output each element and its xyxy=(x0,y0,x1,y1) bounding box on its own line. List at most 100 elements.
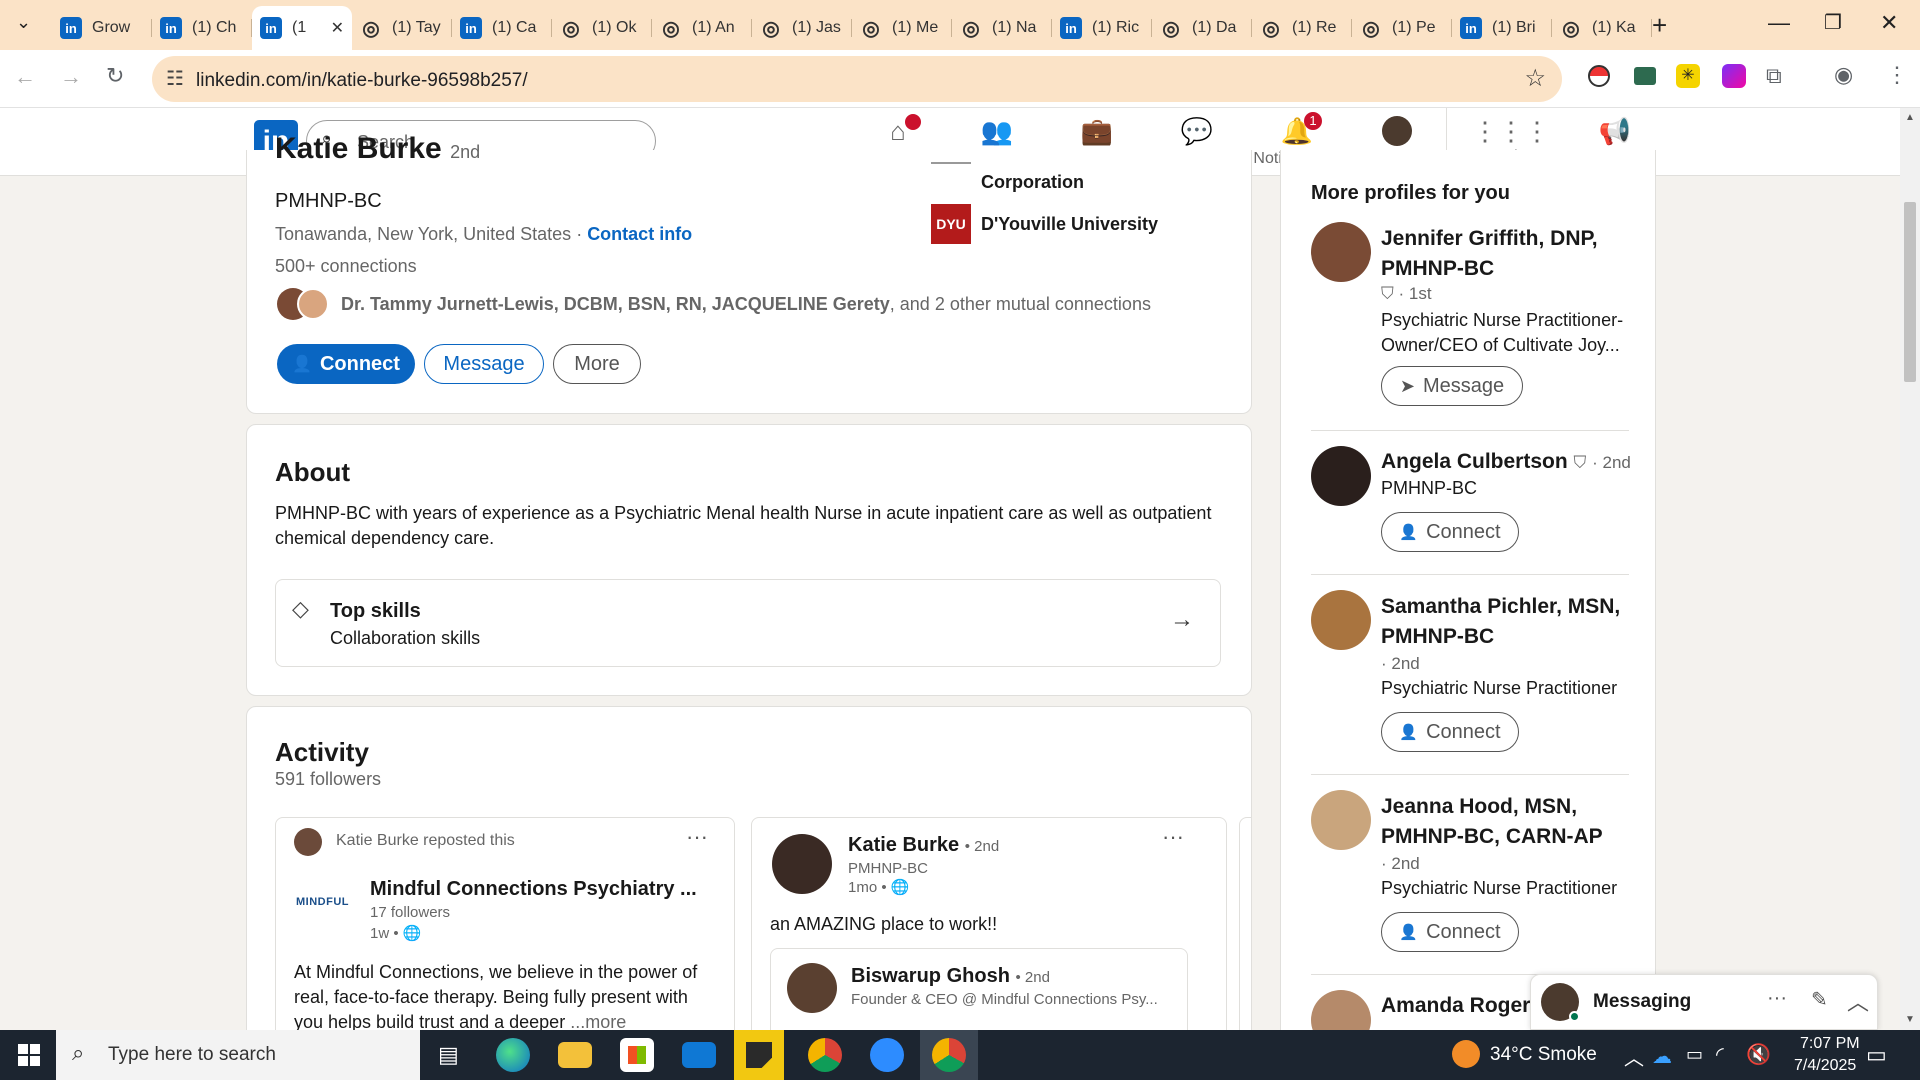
tab-title: (1) Bri xyxy=(1492,19,1536,36)
connect-button[interactable]: 👤 Connect xyxy=(277,344,415,384)
browser-tab[interactable]: ◎ (1) Jas xyxy=(752,9,852,47)
chevron-up-icon[interactable]: ︿ xyxy=(1847,985,1869,1017)
arrow-right-icon[interactable]: → xyxy=(1170,606,1194,634)
profile-avatar[interactable] xyxy=(1311,222,1371,282)
back-icon[interactable]: ← xyxy=(14,64,36,90)
bookmark-star-icon[interactable]: ☆ xyxy=(1524,64,1546,93)
browser-tab[interactable]: ◎ (1) Me xyxy=(852,9,952,47)
windows-start-icon[interactable] xyxy=(18,1044,40,1066)
site-info-icon[interactable]: ☷ xyxy=(166,66,184,91)
shared-author[interactable]: Biswarup Ghosh • 2nd xyxy=(851,965,1050,988)
browser-tab[interactable]: ◎ (1) Da xyxy=(1152,9,1252,47)
extension-circle-icon[interactable] xyxy=(1722,64,1746,88)
file-explorer-icon[interactable] xyxy=(558,1042,592,1068)
close-tab-icon[interactable]: ✕ xyxy=(331,18,344,38)
chrome-active-app[interactable] xyxy=(920,1030,978,1080)
browser-tab[interactable]: in (1) Bri xyxy=(1452,9,1552,47)
message-button[interactable]: Message xyxy=(424,344,544,384)
profile-suggestion-name[interactable]: Jeanna Hood, MSN, PMHNP-BC, CARN-AP xyxy=(1381,792,1603,852)
sidebar-connect-button[interactable]: 👤 Connect xyxy=(1381,512,1519,552)
see-more-link[interactable]: ...more xyxy=(570,1012,626,1032)
new-tab-icon[interactable]: + xyxy=(1652,10,1667,41)
compose-icon[interactable]: ✎ xyxy=(1811,987,1828,1012)
battery-icon[interactable]: ▭ xyxy=(1686,1044,1703,1065)
restore-icon[interactable]: ❐ xyxy=(1824,10,1842,35)
post2-author[interactable]: Katie Burke • 2nd xyxy=(848,834,999,857)
reload-icon[interactable]: ↻ xyxy=(106,63,124,89)
wifi-icon[interactable]: ◜ xyxy=(1716,1042,1724,1067)
browser-tab[interactable]: ◎ (1) An xyxy=(652,9,752,47)
browser-tab[interactable]: ◎ (1) Re xyxy=(1252,9,1352,47)
education-school[interactable]: D'Youville University xyxy=(981,214,1158,235)
browser-tab[interactable]: in Grow xyxy=(52,9,152,47)
page-scrollbar[interactable]: ▲ ▼ xyxy=(1900,108,1920,1030)
mutual-connections[interactable]: Dr. Tammy Jurnett-Lewis, DCBM, BSN, RN, … xyxy=(341,294,1151,315)
task-view-icon[interactable]: ▤ xyxy=(438,1042,459,1068)
linkedin-favicon-icon: in xyxy=(260,17,282,39)
edge-icon[interactable] xyxy=(496,1038,530,1072)
messaging-menu-icon[interactable]: ··· xyxy=(1767,987,1787,1010)
profile-avatar[interactable] xyxy=(1311,790,1371,850)
browser-tab[interactable]: ◎ (1) Ka xyxy=(1552,9,1652,47)
forward-icon[interactable]: → xyxy=(60,64,82,90)
mail-icon[interactable] xyxy=(682,1042,716,1068)
profile-suggestion-name[interactable]: Jennifer Griffith, DNP, PMHNP-BC xyxy=(1381,224,1598,284)
profile-connections[interactable]: 500+ connections xyxy=(275,256,417,277)
more-button[interactable]: More xyxy=(553,344,641,384)
repost-line: Katie Burke reposted this xyxy=(336,832,515,849)
chrome-menu-icon[interactable]: ⋮ xyxy=(1886,62,1908,88)
close-window-icon[interactable]: ✕ xyxy=(1880,10,1898,36)
weather-text[interactable]: 34°C Smoke xyxy=(1490,1044,1597,1066)
browser-tab[interactable]: ◎ (1) Ok xyxy=(552,9,652,47)
notification-center-icon[interactable]: ▭ xyxy=(1866,1042,1887,1068)
taskbar-search-input[interactable]: ⌕ Type here to search xyxy=(56,1030,420,1080)
browser-tab[interactable]: in (1) Ch xyxy=(152,9,252,47)
profile-suggestion-name[interactable]: Samantha Pichler, MSN, PMHNP-BC xyxy=(1381,592,1620,652)
activity-post-1[interactable]: Katie Burke reposted this ··· MINDFUL Mi… xyxy=(275,817,735,1045)
browser-tab[interactable]: in (1) Ca xyxy=(452,9,552,47)
clock-date[interactable]: 7/4/2025 xyxy=(1794,1057,1856,1075)
top-skills-box[interactable]: ◇ Top skills Collaboration skills → xyxy=(275,579,1221,667)
contact-info-link[interactable]: Contact info xyxy=(587,224,692,244)
sidebar-message-button[interactable]: ➤ Message xyxy=(1381,366,1523,406)
zoom-icon[interactable] xyxy=(870,1038,904,1072)
profile-icon[interactable]: ◉ xyxy=(1834,62,1853,88)
profile-suggestion-name[interactable]: Angela Culbertson ⛉ · 2nd xyxy=(1381,450,1631,474)
tray-chevron-icon[interactable]: ︿ xyxy=(1624,1042,1644,1071)
browser-tab[interactable]: in (1 ✕ xyxy=(252,6,352,50)
browser-tab[interactable]: ◎ (1) Tay xyxy=(352,9,452,47)
org-name[interactable]: Mindful Connections Psychiatry ... xyxy=(370,878,697,901)
activity-followers: 591 followers xyxy=(275,769,382,789)
onedrive-icon[interactable]: ☁ xyxy=(1652,1044,1672,1069)
chrome-icon[interactable] xyxy=(808,1038,842,1072)
browser-tab[interactable]: in (1) Ric xyxy=(1052,9,1152,47)
scroll-down-arrow[interactable]: ▼ xyxy=(1905,1014,1915,1025)
extension-pokeball-icon[interactable] xyxy=(1588,65,1610,87)
messaging-overlay[interactable]: Messaging ··· ✎ ︿ xyxy=(1530,974,1878,1030)
profile-avatar[interactable] xyxy=(1311,590,1371,650)
profile-avatar[interactable] xyxy=(1311,446,1371,506)
browser-tab[interactable]: ◎ (1) Pe xyxy=(1352,9,1452,47)
weather-icon[interactable] xyxy=(1452,1040,1480,1068)
sidebar-connect-button[interactable]: 👤 Connect xyxy=(1381,712,1519,752)
experience-org[interactable]: Corporation xyxy=(981,172,1084,193)
clock-time[interactable]: 7:07 PM xyxy=(1800,1035,1860,1053)
scroll-up-arrow[interactable]: ▲ xyxy=(1905,112,1915,123)
minimize-icon[interactable]: — xyxy=(1768,10,1790,36)
activity-post-2[interactable]: Katie Burke • 2nd PMHNP-BC 1mo • 🌐 ··· a… xyxy=(751,817,1227,1045)
extension-folder-icon[interactable] xyxy=(1634,67,1656,85)
sidebar-connect-button[interactable]: 👤 Connect xyxy=(1381,912,1519,952)
volume-icon[interactable]: 🔇 xyxy=(1746,1042,1771,1067)
extensions-puzzle-icon[interactable]: ⧉ xyxy=(1766,63,1782,89)
post-menu-icon[interactable]: ··· xyxy=(686,824,708,850)
browser-tab[interactable]: ◎ (1) Na xyxy=(952,9,1052,47)
profile-suggestion-desc: PMHNP-BC xyxy=(1381,478,1478,498)
extension-star-icon[interactable]: ✳ xyxy=(1676,64,1700,88)
tab-search-icon[interactable]: ⌄ xyxy=(16,12,31,33)
scroll-thumb[interactable] xyxy=(1904,202,1916,382)
sticky-notes-icon[interactable] xyxy=(734,1030,784,1080)
store-icon[interactable] xyxy=(620,1038,654,1072)
profile-suggestion-name[interactable]: Amanda Rogers, xyxy=(1381,994,1548,1018)
carousel-next-card[interactable] xyxy=(1239,817,1251,1045)
post-menu-icon[interactable]: ··· xyxy=(1162,824,1184,850)
